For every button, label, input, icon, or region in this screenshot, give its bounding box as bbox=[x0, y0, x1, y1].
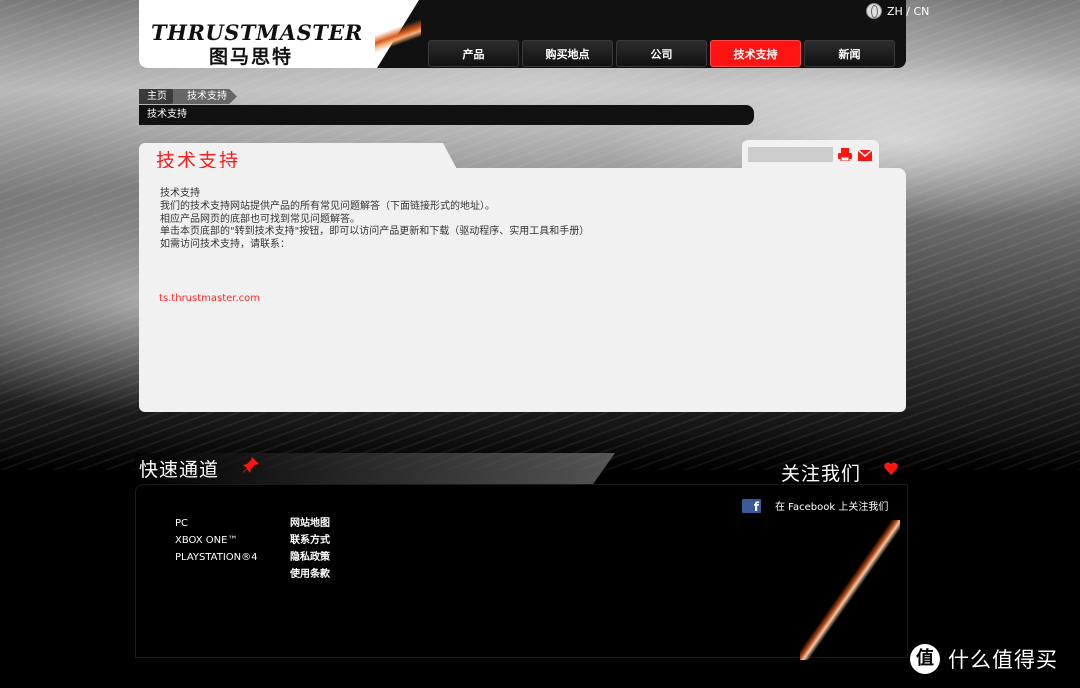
footer-link-privacy[interactable]: 隐私政策 bbox=[290, 549, 330, 566]
support-line: 我们的技术支持网站提供产品的所有常见问题解答（下面链接形式的地址）。 bbox=[160, 200, 495, 212]
main-nav: 产品 购买地点 公司 技术支持 新闻 bbox=[428, 40, 895, 67]
watermark: 值 什么值得买 bbox=[910, 644, 1058, 674]
language-label: ZH / CN bbox=[887, 4, 930, 18]
footer-link-playstation4[interactable]: PLAYSTATION®4 bbox=[175, 549, 258, 566]
footer-product-links: PC XBOX ONE™ PLAYSTATION®4 bbox=[175, 515, 258, 566]
breadcrumb-current[interactable]: 技术支持 bbox=[173, 89, 237, 104]
section-title-bar: 技术支持 bbox=[139, 105, 754, 125]
nav-tab-where-to-buy[interactable]: 购买地点 bbox=[522, 40, 613, 67]
facebook-icon: f bbox=[742, 498, 761, 514]
support-text: 技术支持 我们的技术支持网站提供产品的所有常见问题解答（下面链接形式的地址）。 … bbox=[160, 188, 590, 252]
follow-us-title: 关注我们 bbox=[781, 463, 862, 485]
support-site-link[interactable]: ts.thrustmaster.com bbox=[159, 293, 260, 304]
print-icon[interactable] bbox=[838, 148, 852, 161]
quick-links-title: 快速通道 bbox=[139, 459, 220, 481]
heart-icon bbox=[884, 462, 898, 475]
facebook-follow[interactable]: f 在 Facebook 上关注我们 bbox=[742, 498, 889, 514]
pin-icon bbox=[243, 457, 259, 473]
nav-tab-products[interactable]: 产品 bbox=[428, 40, 519, 67]
nav-tab-company[interactable]: 公司 bbox=[616, 40, 707, 67]
footer-link-pc[interactable]: PC bbox=[175, 515, 258, 532]
support-line: 相应产品网页的底部也可找到常见问题解答。 bbox=[160, 213, 360, 225]
footer-link-contact[interactable]: 联系方式 bbox=[290, 532, 330, 549]
language-selector[interactable]: ZH / CN bbox=[866, 3, 929, 19]
watermark-badge: 值 bbox=[910, 644, 940, 674]
footer-streak bbox=[800, 520, 900, 660]
globe-icon bbox=[866, 3, 882, 19]
section-title-bar-label: 技术支持 bbox=[147, 109, 187, 120]
nav-tab-support[interactable]: 技术支持 bbox=[710, 40, 801, 67]
footer-site-links: 网站地图 联系方式 隐私政策 使用条款 bbox=[290, 515, 330, 583]
breadcrumb-home[interactable]: 主页 bbox=[139, 89, 177, 104]
tools-field[interactable] bbox=[748, 147, 833, 162]
mail-icon[interactable] bbox=[858, 150, 872, 161]
logo-text-cn: 图马思特 bbox=[209, 46, 294, 68]
footer-link-xbox-one[interactable]: XBOX ONE™ bbox=[175, 532, 258, 549]
facebook-follow-label: 在 Facebook 上关注我们 bbox=[775, 502, 889, 513]
watermark-text: 什么值得买 bbox=[948, 648, 1058, 672]
support-line: 单击本页底部的"转到技术支持"按钮，即可以访问产品更新和下载（驱动程序、实用工具… bbox=[160, 226, 590, 238]
nav-tab-news[interactable]: 新闻 bbox=[804, 40, 895, 67]
logo-streak bbox=[375, 2, 421, 68]
breadcrumb: 主页 技术支持 bbox=[139, 89, 237, 104]
footer-link-sitemap[interactable]: 网站地图 bbox=[290, 515, 330, 532]
footer-link-terms[interactable]: 使用条款 bbox=[290, 566, 330, 583]
support-line: 如需访问技术支持，请联系： bbox=[160, 239, 290, 251]
support-line: 技术支持 bbox=[160, 188, 200, 199]
